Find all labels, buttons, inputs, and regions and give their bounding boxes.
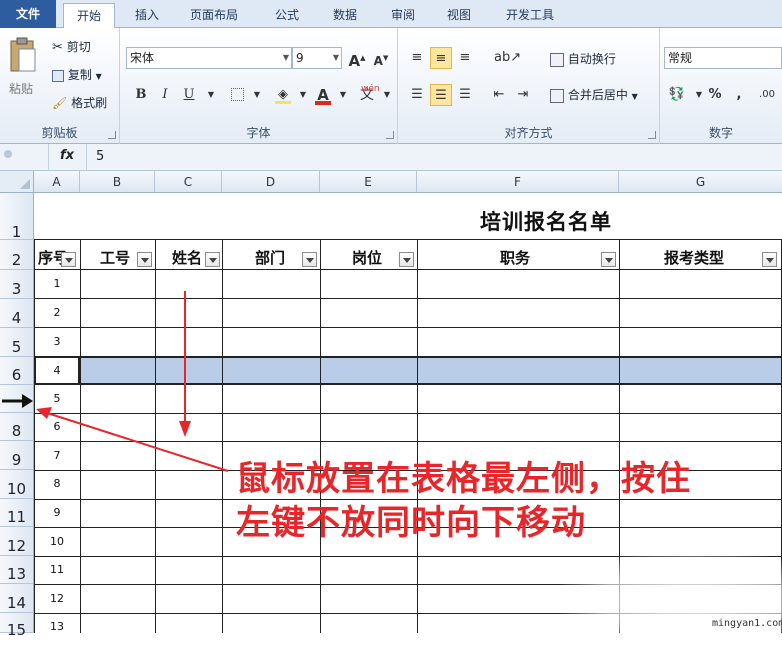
font-color-icon[interactable]: A [312, 84, 334, 106]
tab-view[interactable]: 视图 [436, 3, 482, 28]
tab-formulas[interactable]: 公式 [264, 3, 310, 28]
percent-button[interactable]: % [704, 84, 726, 106]
align-right-icon[interactable]: ☰ [454, 84, 476, 106]
format-painter-label: 格式刷 [71, 96, 108, 110]
alignment-dialog-launcher[interactable] [648, 131, 656, 139]
chevron-down-icon: ▼ [282, 53, 289, 62]
annotation-line-2: 左键不放同时向下移动 [236, 503, 586, 543]
name-box-grip-icon[interactable] [4, 150, 12, 164]
number-format-combo[interactable]: 常规 [664, 47, 782, 69]
comma-button[interactable]: , [728, 84, 750, 106]
watermark-text: mingyan1.com [712, 618, 782, 629]
brush-icon: 🖌 [52, 96, 68, 110]
paste-button[interactable]: 粘贴 [6, 36, 40, 98]
align-bottom-icon[interactable]: ≡ [454, 47, 476, 69]
cut-label: 剪切 [66, 40, 91, 54]
font-size-combo[interactable]: 9 ▼ [292, 47, 342, 69]
merge-label: 合并后居中 [567, 88, 628, 102]
tab-data[interactable]: 数据 [322, 3, 368, 28]
formula-input[interactable]: 5 [96, 149, 104, 164]
font-size-value: 9 [296, 51, 304, 65]
orientation-icon[interactable]: ab↗ [494, 47, 521, 69]
increase-indent-icon[interactable]: ⇥ [512, 84, 534, 106]
phonetic-icon[interactable]: wén 文 [356, 84, 380, 106]
font-name-value: 宋体 [130, 51, 155, 65]
tab-insert[interactable]: 插入 [124, 3, 170, 28]
merge-center-button[interactable]: 合并后居中 ▼ [550, 86, 638, 103]
alignment-group: ≡ ≡ ≡ ab↗ ☰ ☰ ☰ ⇤ ⇥ 自动换行 合并后居中 ▼ 对齐方式 [398, 28, 660, 144]
copy-label: 复制 [67, 68, 92, 82]
font-group-label: 字体 [246, 126, 271, 140]
copy-button[interactable]: 复制 ▼ [52, 66, 102, 83]
wrap-text-label: 自动换行 [567, 52, 616, 66]
format-painter-button[interactable]: 🖌 格式刷 [52, 94, 107, 111]
clipboard-group: 粘贴 ✂ 剪切 复制 ▼ 🖌 格式刷 剪贴板 [0, 28, 120, 144]
font-group: 宋体 ▼ 9 ▼ A▲ A▼ B I U ▼ ▼ ◈ ▼ A ▼ wén 文 ▼ … [120, 28, 398, 144]
spreadsheet-grid: A B C D E F G 1 2 3 4 5 6 7 8 9 10 11 12… [0, 171, 782, 639]
chevron-down-icon: ▼ [631, 92, 638, 101]
clipboard-group-label: 剪贴板 [41, 126, 78, 140]
ribbon-tab-bar: 文件 开始 插入 页面布局 公式 数据 审阅 视图 开发工具 [0, 0, 782, 29]
shrink-font-icon[interactable]: A▼ [370, 47, 392, 69]
chevron-down-icon[interactable]: ▼ [292, 84, 314, 106]
ribbon: 粘贴 ✂ 剪切 复制 ▼ 🖌 格式刷 剪贴板 宋体 ▼ 9 ▼ A▲ A▼ B … [0, 28, 782, 144]
alignment-group-label: 对齐方式 [504, 126, 553, 140]
clipboard-dialog-launcher[interactable] [108, 131, 116, 139]
chevron-down-icon: ▼ [95, 72, 102, 81]
annotation-line-1: 鼠标放置在表格最左侧，按住 [236, 459, 691, 499]
bold-button[interactable]: B [130, 84, 152, 106]
wrap-text-icon [550, 52, 564, 67]
paste-label: 粘贴 [9, 82, 34, 96]
increase-decimal-icon[interactable]: .00 [756, 84, 778, 106]
font-name-combo[interactable]: 宋体 ▼ [126, 47, 292, 69]
chevron-down-icon[interactable]: ▼ [332, 84, 354, 106]
formula-bar: fx 5 [0, 144, 782, 171]
chevron-down-icon[interactable]: ▼ [376, 84, 398, 106]
paste-icon [10, 37, 36, 72]
italic-button[interactable]: I [154, 84, 176, 106]
tab-page-layout[interactable]: 页面布局 [182, 3, 246, 28]
border-icon[interactable] [226, 84, 248, 106]
align-top-icon[interactable]: ≡ [406, 47, 428, 69]
align-center-icon[interactable]: ☰ [430, 84, 452, 106]
wrap-text-button[interactable]: 自动换行 [550, 50, 616, 67]
chevron-down-icon[interactable]: ▼ [246, 84, 268, 106]
grow-font-icon[interactable]: A▲ [346, 47, 368, 70]
chevron-down-icon[interactable]: ▼ [200, 84, 222, 106]
cut-button[interactable]: ✂ 剪切 [52, 38, 91, 55]
chevron-down-icon: ▼ [332, 53, 339, 62]
function-icon[interactable]: fx [60, 148, 74, 163]
scissors-icon: ✂ [52, 40, 63, 55]
font-dialog-launcher[interactable] [386, 131, 394, 139]
tab-home[interactable]: 开始 [63, 3, 115, 29]
copy-icon [52, 69, 64, 82]
tab-file[interactable]: 文件 [0, 0, 56, 28]
decrease-indent-icon[interactable]: ⇤ [488, 84, 510, 106]
currency-icon[interactable]: 💱 [666, 84, 688, 106]
align-middle-icon[interactable]: ≡ [430, 47, 452, 69]
align-left-icon[interactable]: ☰ [406, 84, 428, 106]
underline-button[interactable]: U [178, 84, 200, 106]
tab-review[interactable]: 审阅 [380, 3, 426, 28]
merge-icon [550, 88, 564, 103]
tab-developer[interactable]: 开发工具 [494, 3, 566, 28]
number-format-value: 常规 [668, 51, 693, 65]
number-group: 常规 💱 ▼ % , .00 数字 [660, 28, 782, 144]
number-group-label: 数字 [708, 126, 733, 140]
fill-color-icon[interactable]: ◈ [272, 84, 294, 106]
